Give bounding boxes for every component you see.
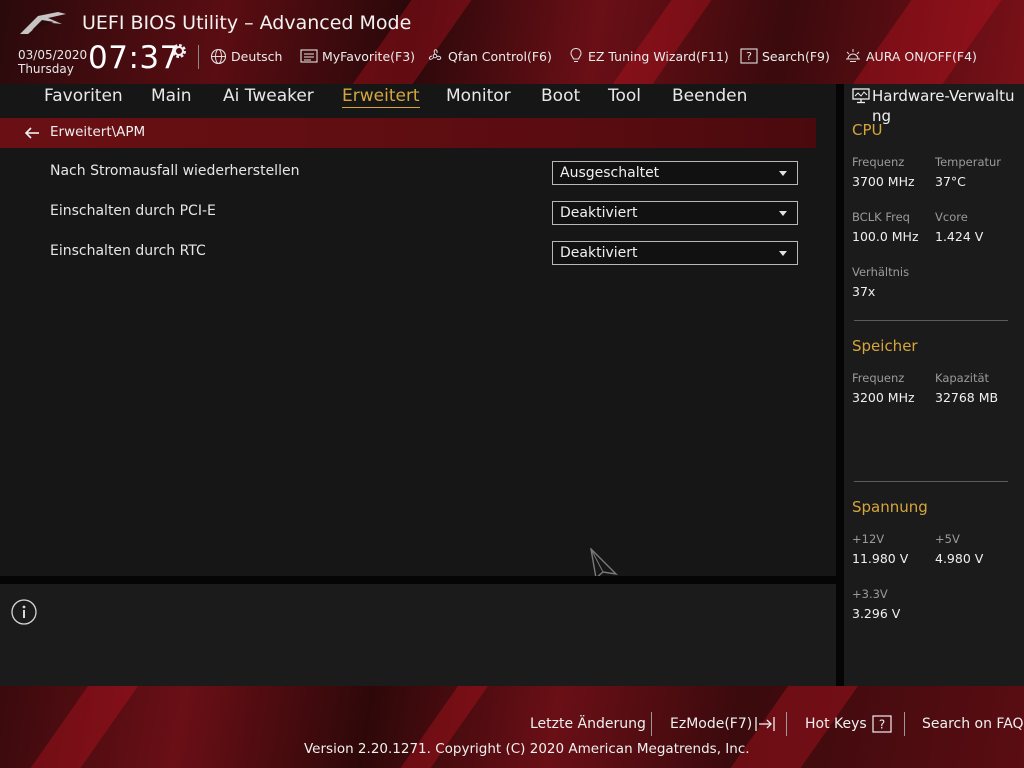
aura-button[interactable]: AURA ON/OFF(F4)	[844, 45, 977, 67]
v5-value: 4.980 V	[935, 551, 984, 566]
option-label-power-loss: Nach Stromausfall wiederherstellen	[50, 163, 300, 179]
day-text: Thursday	[18, 62, 74, 76]
cpu-temp-value: 37°C	[935, 174, 966, 189]
mem-cap-label: Kapazität	[935, 371, 990, 385]
footer-separator	[904, 712, 905, 736]
exit-arrow-icon	[755, 717, 775, 731]
help-panel	[0, 584, 836, 686]
tab-monitor[interactable]: Monitor	[446, 84, 511, 108]
chevron-down-icon	[779, 251, 787, 256]
toolbar-separator	[198, 45, 199, 69]
mem-freq-value: 3200 MHz	[852, 390, 915, 405]
cpu-heading: CPU	[852, 121, 883, 139]
tab-favoriten[interactable]: Favoriten	[44, 84, 123, 108]
footer-separator	[651, 712, 652, 736]
v5-label: +5V	[935, 532, 960, 546]
bclk-value: 100.0 MHz	[852, 229, 919, 244]
gear-icon[interactable]	[170, 42, 188, 60]
bclk-label: BCLK Freq	[852, 210, 910, 224]
back-arrow-icon[interactable]	[24, 126, 40, 140]
info-icon	[11, 599, 37, 625]
ez-tuning-button[interactable]: EZ Tuning Wizard(F11)	[568, 45, 729, 67]
tab-erweitert[interactable]: Erweitert	[342, 84, 420, 108]
voltage-heading: Spannung	[852, 498, 928, 516]
mem-cap-value: 32768 MB	[935, 390, 999, 405]
pcie-value: Deaktiviert	[560, 205, 638, 221]
hotkeys-label: Hot Keys	[805, 716, 867, 732]
search-button[interactable]: ? Search(F9)	[740, 45, 830, 67]
ez-tuning-label: EZ Tuning Wizard(F11)	[588, 48, 729, 64]
hw-divider	[854, 320, 1008, 321]
ezmode-label: EzMode(F7)	[670, 716, 753, 732]
vcore-value: 1.424 V	[935, 229, 984, 244]
rog-logo-icon	[20, 12, 66, 34]
myfavorite-button[interactable]: MyFavorite(F3)	[300, 45, 415, 67]
search-label: Search(F9)	[762, 48, 830, 64]
aura-label: AURA ON/OFF(F4)	[866, 48, 977, 64]
fan-icon	[428, 49, 442, 60]
bios-window: UEFI BIOS Utility – Advanced Mode 03/05/…	[0, 0, 1024, 768]
svg-text:?: ?	[879, 718, 885, 732]
ratio-value: 37x	[852, 284, 876, 299]
tab-tool[interactable]: Tool	[608, 84, 641, 108]
cpu-temp-label: Temperatur	[935, 155, 1002, 169]
monitor-icon	[852, 88, 870, 104]
chevron-down-icon	[779, 211, 787, 216]
tab-boot[interactable]: Boot	[541, 84, 580, 108]
cpu-freq-value: 3700 MHz	[852, 174, 915, 189]
aura-light-icon	[846, 49, 860, 62]
svg-text:?: ?	[746, 50, 752, 63]
clock: 07:37	[88, 40, 180, 76]
ratio-label: Verhältnis	[852, 265, 910, 279]
hw-divider	[854, 481, 1008, 482]
search-faq-label: Search on FAQ	[922, 716, 1024, 732]
last-change-button[interactable]: Letzte Änderung	[530, 714, 646, 734]
option-label-rtc: Einschalten durch RTC	[50, 243, 206, 259]
panel-vertical-divider	[836, 84, 844, 686]
qfan-button[interactable]: Qfan Control(F6)	[426, 45, 552, 67]
question-box-icon: ?	[740, 48, 758, 64]
pcie-select[interactable]: Deaktiviert	[552, 201, 798, 225]
date-text: 03/05/2020	[18, 48, 88, 62]
hotkeys-button[interactable]: Hot Keys ?	[805, 714, 892, 734]
power-loss-value: Ausgeschaltet	[560, 165, 660, 181]
chevron-down-icon	[779, 171, 787, 176]
v12-value: 11.980 V	[852, 551, 909, 566]
hardware-monitor-title: Hardware-Verwaltung	[872, 87, 1015, 125]
search-faq-button[interactable]: Search on FAQ	[922, 714, 1024, 734]
memory-heading: Speicher	[852, 337, 918, 355]
copyright-text: Version 2.20.1271. Copyright (C) 2020 Am…	[304, 741, 750, 757]
cpu-freq-label: Frequenz	[852, 155, 905, 169]
date-display: 03/05/2020 Thursday	[18, 48, 87, 76]
ezmode-button[interactable]: EzMode(F7)	[670, 714, 776, 734]
qfan-label: Qfan Control(F6)	[448, 48, 552, 64]
myfavorite-label: MyFavorite(F3)	[322, 48, 416, 64]
globe-icon	[210, 48, 227, 64]
rtc-select[interactable]: Deaktiviert	[552, 241, 798, 265]
v33-label: +3.3V	[852, 587, 888, 601]
language-button[interactable]: Deutsch	[210, 45, 282, 67]
app-title: UEFI BIOS Utility – Advanced Mode	[82, 12, 412, 34]
panel-divider	[0, 576, 836, 584]
vcore-label: Vcore	[935, 210, 968, 224]
question-box-icon: ?	[872, 715, 892, 733]
main-panel	[0, 84, 836, 576]
tab-beenden[interactable]: Beenden	[672, 84, 747, 108]
option-label-pcie: Einschalten durch PCI-E	[50, 203, 216, 219]
tab-main[interactable]: Main	[151, 84, 192, 108]
rtc-value: Deaktiviert	[560, 245, 638, 261]
mem-freq-label: Frequenz	[852, 371, 905, 385]
power-loss-select[interactable]: Ausgeschaltet	[552, 161, 798, 185]
language-label: Deutsch	[231, 48, 283, 64]
breadcrumb-text: Erweitert\APM	[50, 124, 146, 140]
lightbulb-icon	[570, 47, 582, 62]
footer-separator	[786, 712, 787, 736]
last-change-label: Letzte Änderung	[530, 716, 646, 732]
tab-ai-tweaker[interactable]: Ai Tweaker	[223, 84, 314, 108]
favorite-list-icon	[300, 49, 318, 63]
v12-label: +12V	[852, 532, 885, 546]
v33-value: 3.296 V	[852, 606, 901, 621]
